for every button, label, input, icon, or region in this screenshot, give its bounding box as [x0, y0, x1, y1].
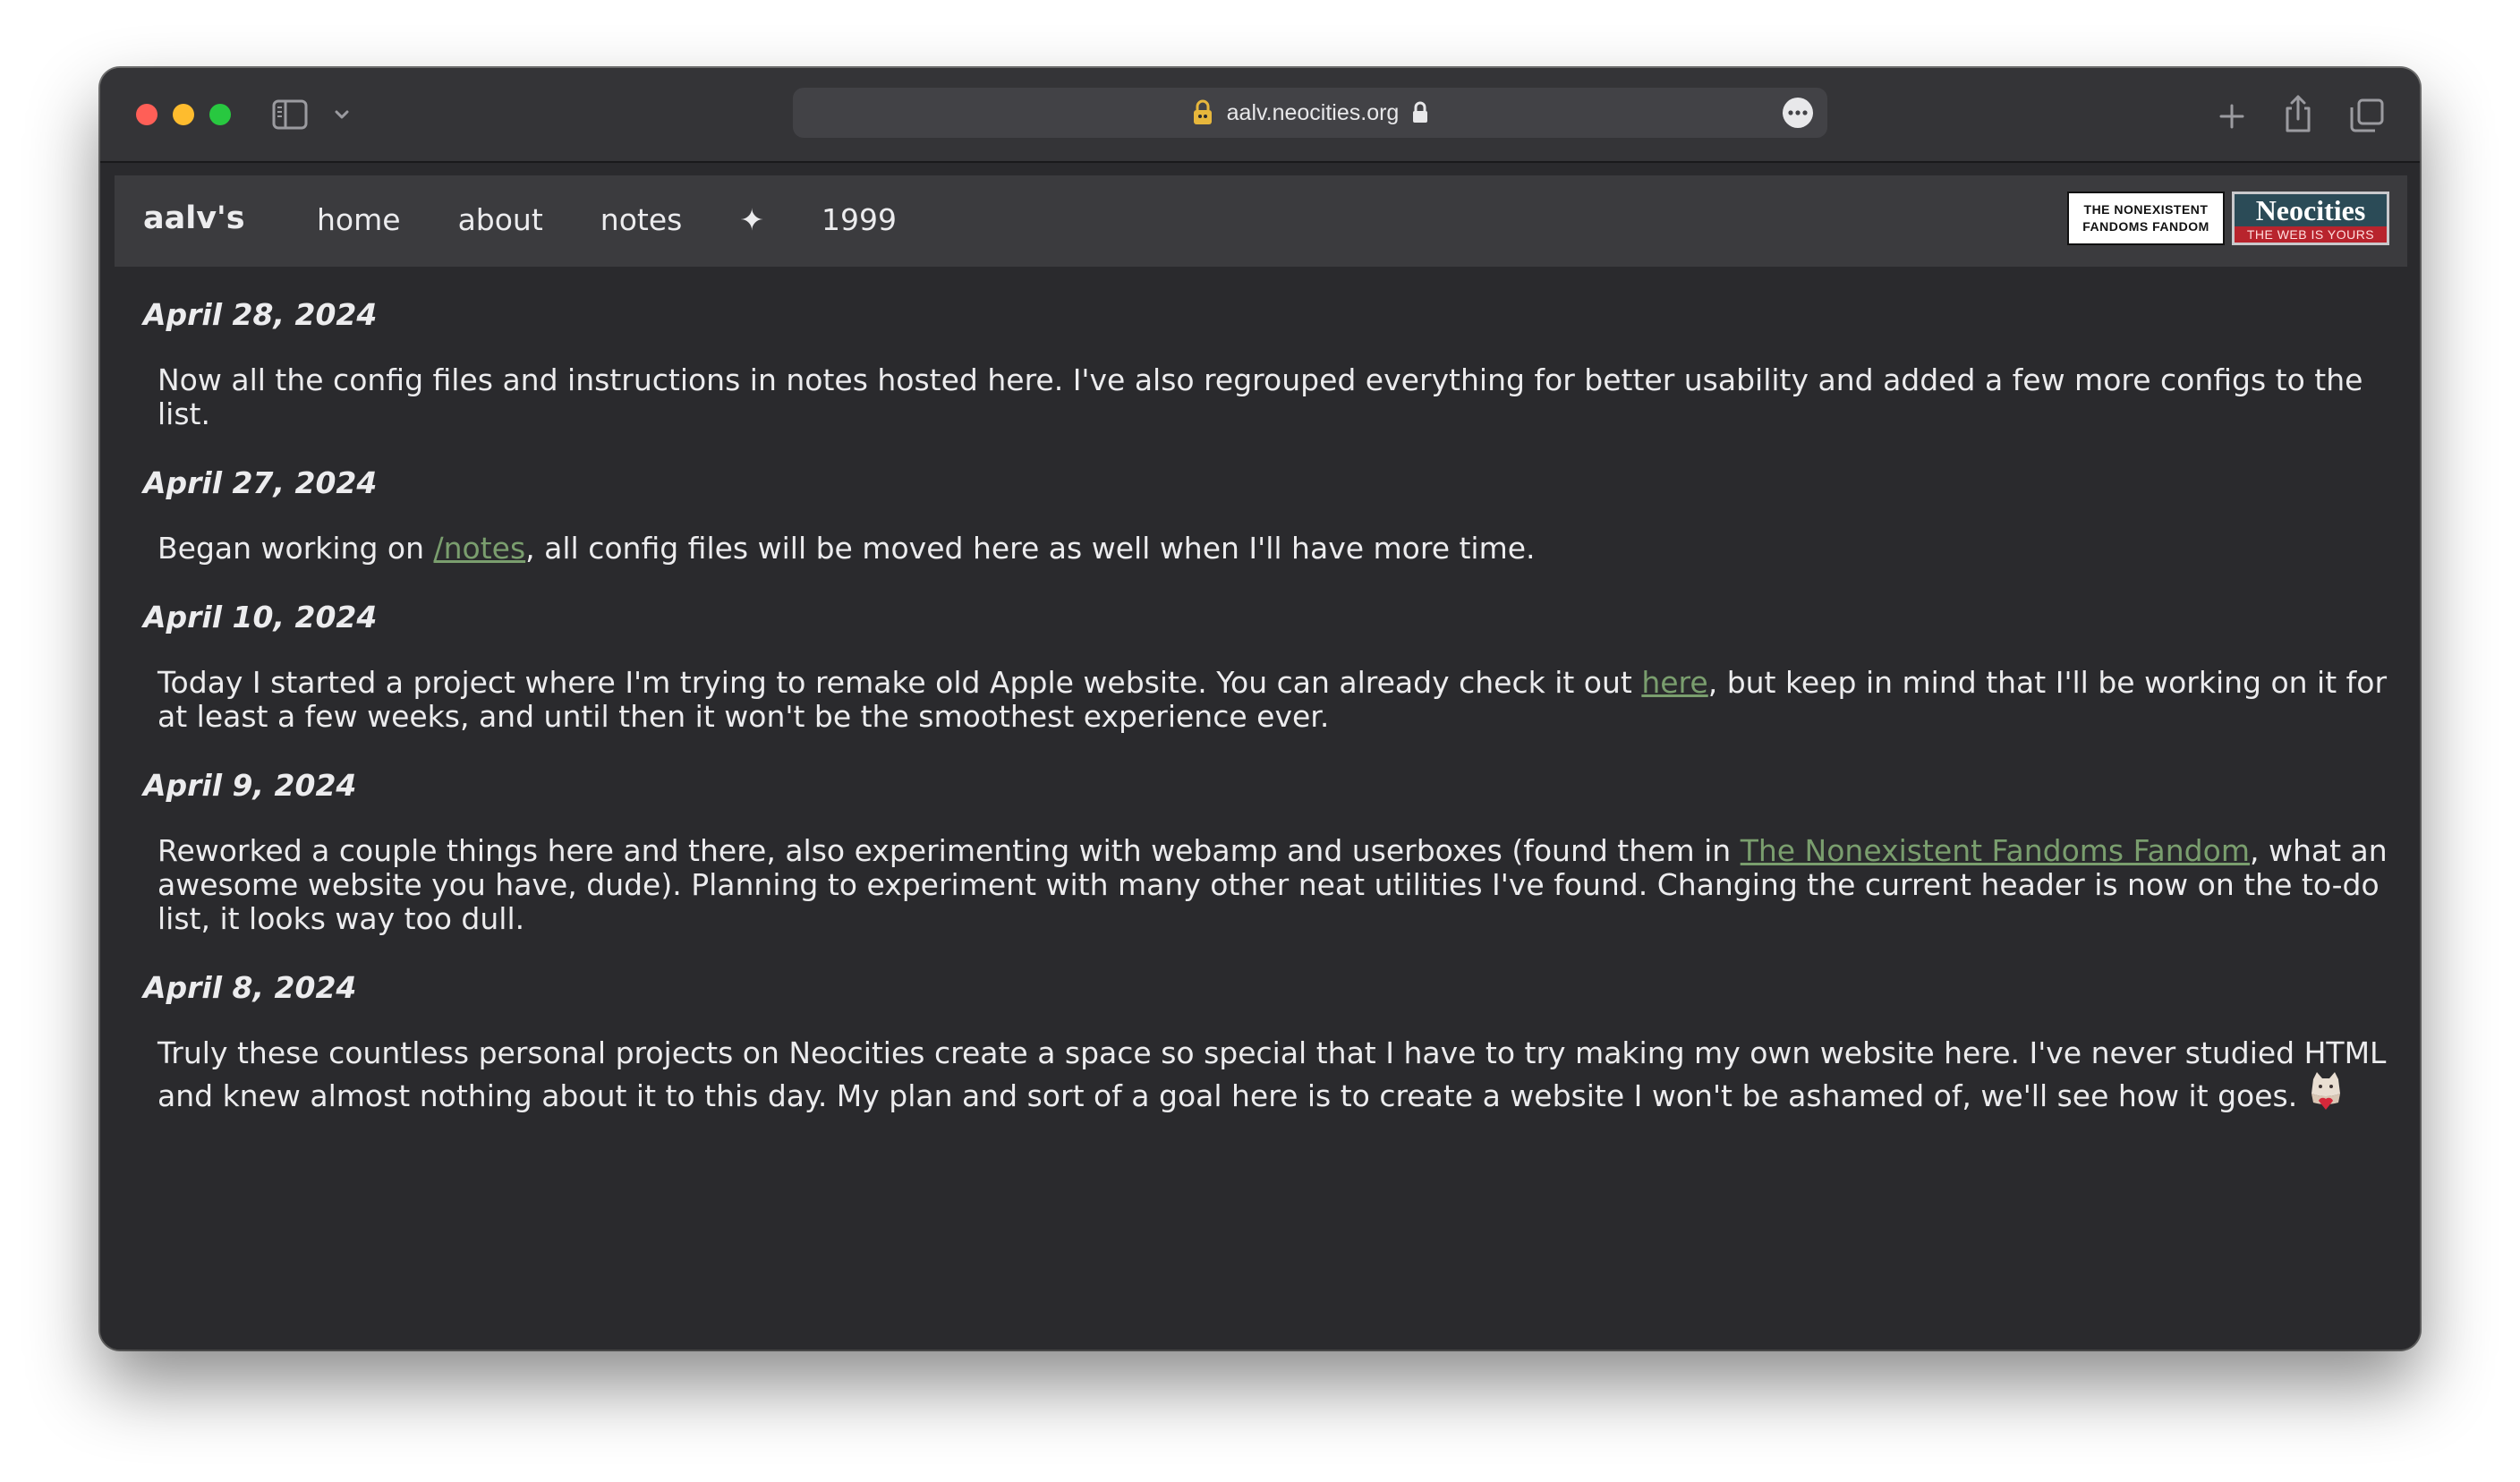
entry: April 27, 2024 Began working on /notes, … [143, 465, 2398, 566]
address-bar[interactable]: aalv.neocities.org [793, 88, 1827, 138]
web-page: aalv's home about notes ✦ 1999 THE NONEX… [100, 163, 2420, 1350]
entry-text: Now all the config files and instruction… [158, 362, 2363, 431]
site-title[interactable]: aalv's [143, 200, 245, 236]
tab-overview-icon[interactable] [2348, 97, 2386, 134]
url-text: aalv.neocities.org [1226, 99, 1400, 125]
entry-date: April 27, 2024 [143, 465, 378, 500]
lock-icon [1411, 101, 1429, 124]
nonexistent-fandoms-link[interactable]: The Nonexistent Fandoms Fandom [1741, 833, 2250, 868]
browser-window: aalv.neocities.org aalv's home about not… [100, 68, 2420, 1350]
notes-link[interactable]: /notes [434, 531, 526, 566]
chevron-down-icon[interactable] [331, 104, 353, 125]
nav-1999-link[interactable]: 1999 [822, 202, 897, 237]
browser-toolbar: aalv.neocities.org [100, 68, 2420, 163]
entry-date: April 8, 2024 [143, 970, 357, 1005]
page-menu-icon[interactable] [1783, 98, 1813, 128]
site-nav: home about notes ✦ 1999 [317, 202, 954, 237]
site-badges: THE NONEXISTENT FANDOMS FANDOM Neocities… [2067, 192, 2389, 245]
cat-heart-icon [2306, 1070, 2345, 1112]
entry: April 9, 2024 Reworked a couple things h… [143, 768, 2398, 936]
sidebar-toggle-icon[interactable] [272, 98, 308, 131]
nav-home-link[interactable]: home [317, 202, 401, 237]
entry-text: Today I started a project where I'm tryi… [158, 665, 2388, 734]
entry-date: April 9, 2024 [143, 768, 357, 803]
entry-date: April 10, 2024 [143, 600, 378, 635]
entry: April 28, 2024 Now all the config files … [143, 297, 2398, 431]
entry-text: Reworked a couple things here and there,… [158, 833, 2388, 936]
nav-notes-link[interactable]: notes [600, 202, 683, 237]
news-entries: April 28, 2024 Now all the config files … [143, 297, 2398, 1147]
site-favicon-icon [1191, 99, 1214, 126]
entry-date: April 28, 2024 [143, 297, 378, 332]
minimize-window-button[interactable] [173, 104, 194, 125]
apple-remake-link[interactable]: here [1641, 665, 1707, 700]
nav-about-link[interactable]: about [458, 202, 543, 237]
site-header: aalv's home about notes ✦ 1999 THE NONEX… [115, 175, 2407, 267]
nonexistent-fandoms-badge[interactable]: THE NONEXISTENT FANDOMS FANDOM [2067, 192, 2225, 245]
entry: April 8, 2024 Truly these countless pers… [143, 970, 2398, 1113]
entry: April 10, 2024 Today I started a project… [143, 600, 2398, 734]
entry-text: Began working on /notes, all config file… [158, 531, 1536, 566]
plus-icon[interactable] [2214, 98, 2250, 134]
nav-sparkle-link[interactable]: ✦ [739, 202, 764, 237]
entry-text: Truly these countless personal projects … [158, 1035, 2387, 1113]
share-icon[interactable] [2280, 93, 2316, 134]
neocities-badge[interactable]: Neocities THE WEB IS YOURS [2232, 192, 2389, 245]
zoom-window-button[interactable] [209, 104, 231, 125]
close-window-button[interactable] [136, 104, 158, 125]
